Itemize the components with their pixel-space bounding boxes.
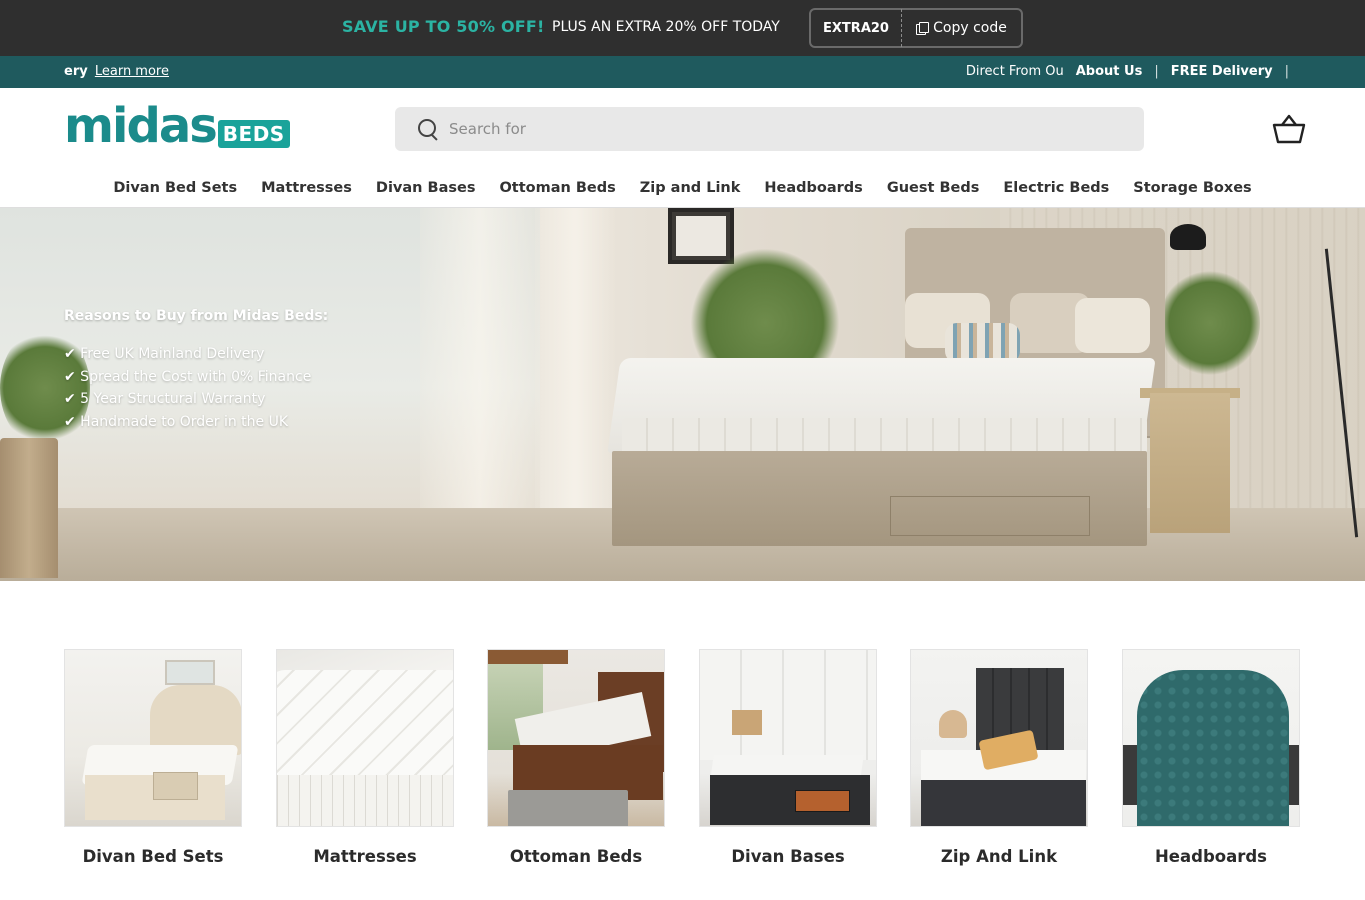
hero-reasons-list: ✔ Free UK Mainland Delivery ✔ Spread the… (64, 343, 328, 433)
search-input[interactable] (449, 120, 1049, 138)
promo-subline: PLUS AN EXTRA 20% OFF TODAY (552, 19, 780, 35)
category-image[interactable] (699, 649, 877, 827)
promo-code-box: EXTRA20 Copy code (809, 8, 1023, 48)
category-label: Mattresses (313, 847, 417, 866)
info-bar-left-text: ery (64, 64, 88, 79)
category-image[interactable] (1122, 649, 1300, 827)
category-label: Zip And Link (940, 847, 1058, 866)
promo-headline: SAVE UP TO 50% OFF! (342, 17, 545, 36)
category-card-ottoman-beds[interactable]: Ottoman Beds (487, 649, 665, 866)
copy-icon (916, 21, 930, 35)
promo-bar: SAVE UP TO 50% OFF! PLUS AN EXTRA 20% OF… (0, 0, 1365, 56)
category-image[interactable] (64, 649, 242, 827)
category-card-divan-bed-sets[interactable]: Divan Bed Sets (64, 649, 242, 866)
info-bar-right-text: Direct From Ou (965, 64, 1064, 79)
info-bar-right: Direct From Ou About Us | FREE Delivery … (966, 64, 1289, 79)
hero-reason: ✔ Handmade to Order in the UK (64, 413, 289, 430)
category-card-headboards[interactable]: Headboards (1122, 649, 1300, 866)
hero-drawer (890, 496, 1090, 536)
logo-badge: BEDS (217, 120, 290, 148)
hero-banner[interactable]: Reasons to Buy from Midas Beds: ✔ Free U… (0, 208, 1365, 581)
hero-cushion (945, 323, 1020, 363)
nav-item-storage-boxes[interactable]: Storage Boxes (1133, 172, 1251, 207)
info-bar-left: ery Learn more (64, 64, 169, 79)
category-card-divan-bases[interactable]: Divan Bases (699, 649, 877, 866)
category-card-mattresses[interactable]: Mattresses (276, 649, 454, 866)
category-label: Divan Bases (731, 847, 845, 866)
search-bar[interactable] (395, 107, 1144, 151)
site-logo[interactable]: midas BEDS (64, 98, 290, 154)
hero-reason: ✔ Spread the Cost with 0% Finance (64, 368, 312, 385)
nav-item-electric-beds[interactable]: Electric Beds (1003, 172, 1109, 207)
site-header: midas BEDS (0, 88, 1365, 172)
category-label: Divan Bed Sets (82, 847, 224, 866)
category-card-zip-and-link[interactable]: Zip And Link (910, 649, 1088, 866)
nav-item-guest-beds[interactable]: Guest Beds (887, 172, 980, 207)
info-separator: | (1154, 64, 1159, 79)
category-image[interactable] (276, 649, 454, 827)
nav-item-headboards[interactable]: Headboards (764, 172, 862, 207)
hero-nightstand (1150, 393, 1230, 533)
category-grid: Divan Bed Sets Mattresses Ottoman Beds D… (64, 649, 1301, 879)
info-separator: | (1284, 64, 1289, 79)
hero-reason: ✔ Free UK Mainland Delivery (64, 346, 265, 362)
nav-item-divan-bases[interactable]: Divan Bases (376, 172, 476, 207)
free-delivery-link[interactable]: FREE Delivery (1171, 64, 1273, 79)
copy-code-label: Copy code (933, 20, 1007, 36)
nav-item-mattresses[interactable]: Mattresses (261, 172, 352, 207)
basket-icon[interactable] (1272, 114, 1306, 144)
hero-reason: ✔ 5 Year Structural Warranty (64, 391, 266, 407)
nav-item-ottoman-beds[interactable]: Ottoman Beds (499, 172, 615, 207)
copy-code-button[interactable]: Copy code (902, 20, 1021, 36)
hero-stool (0, 438, 58, 578)
hero-plant (1160, 268, 1260, 378)
category-image[interactable] (487, 649, 665, 827)
hero-pillow (1075, 298, 1150, 353)
info-bar: ery Learn more Direct From Ou About Us |… (0, 56, 1365, 88)
hero-text: Reasons to Buy from Midas Beds: ✔ Free U… (64, 308, 328, 433)
category-label: Ottoman Beds (509, 847, 643, 866)
hero-lamp (1170, 224, 1206, 250)
hero-title: Reasons to Buy from Midas Beds: (64, 308, 329, 324)
learn-more-link[interactable]: Learn more (95, 64, 169, 79)
promo-code: EXTRA20 (823, 20, 889, 36)
logo-wordmark: midas (64, 98, 218, 154)
about-us-link[interactable]: About Us (1076, 64, 1143, 79)
nav-item-divan-bed-sets[interactable]: Divan Bed Sets (113, 172, 237, 207)
hero-wall-art (668, 208, 734, 264)
category-label: Headboards (1155, 847, 1267, 866)
main-nav: Divan Bed Sets Mattresses Divan Bases Ot… (0, 172, 1365, 208)
search-icon[interactable] (418, 119, 438, 139)
category-image[interactable] (910, 649, 1088, 827)
nav-item-zip-and-link[interactable]: Zip and Link (640, 172, 741, 207)
